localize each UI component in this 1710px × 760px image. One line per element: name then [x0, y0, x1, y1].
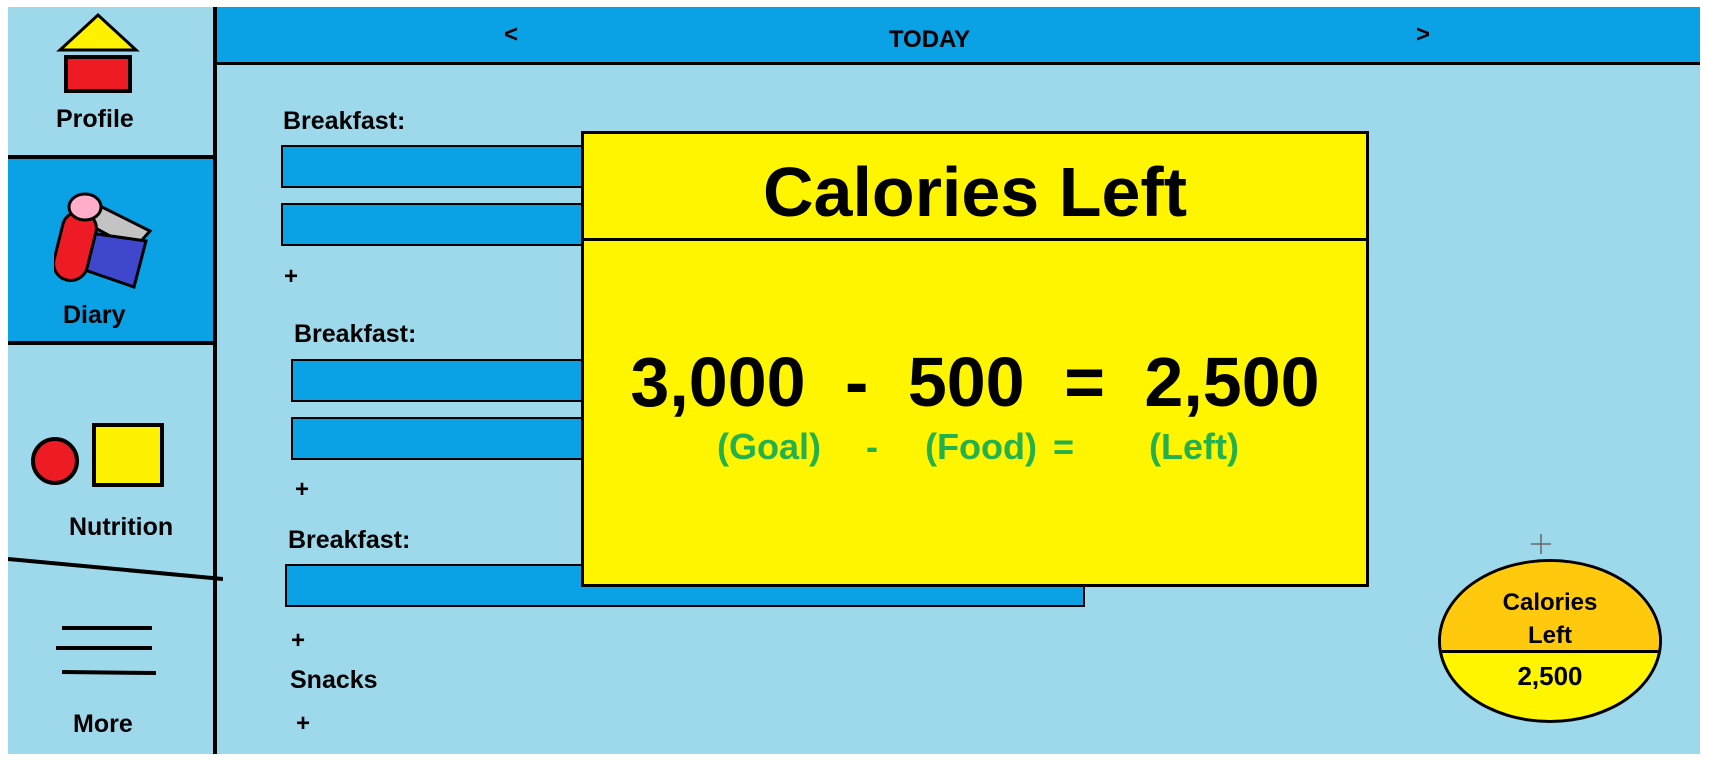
goal-legend: (Goal): [717, 426, 821, 467]
left-legend: (Left): [1149, 426, 1239, 467]
meal-label: Breakfast:: [288, 526, 411, 554]
equals-sign: =: [1064, 343, 1105, 421]
profile-icon: [56, 12, 140, 93]
diary-icon: [54, 192, 153, 289]
food-entry[interactable]: [281, 145, 601, 188]
popup-title: Calories Left: [763, 153, 1187, 231]
food-legend: (Food): [925, 426, 1037, 467]
meal-label: Breakfast:: [283, 107, 406, 135]
food-value: 500: [907, 343, 1025, 421]
sidebar-border: [213, 7, 217, 754]
minus-legend: -: [866, 426, 878, 467]
food-entry[interactable]: [291, 359, 601, 402]
widget-label: Calories Left: [1502, 589, 1598, 649]
equals-legend: =: [1053, 426, 1075, 467]
sidebar-item-profile[interactable]: Profile: [8, 7, 214, 155]
nutrition-icon: [31, 423, 164, 487]
sidebar-item-diary[interactable]: Diary: [8, 155, 214, 345]
left-value: 2,500: [1144, 343, 1320, 421]
meal-label: Breakfast:: [294, 320, 417, 348]
meal-label: Snacks: [290, 666, 378, 694]
calories-left-widget[interactable]: Calories Left 2,500: [1438, 559, 1662, 723]
sidebar-item-label: Nutrition: [69, 513, 174, 541]
menu-icon: [56, 626, 157, 675]
goal-value: 3,000: [630, 343, 806, 421]
food-entry[interactable]: [281, 203, 601, 246]
minus-sign: -: [845, 343, 869, 421]
sidebar-item-label: Profile: [56, 105, 134, 133]
add-food-button[interactable]: +: [295, 476, 309, 504]
sidebar-item-label: More: [73, 710, 133, 738]
next-day-button[interactable]: >: [1416, 21, 1430, 49]
sidebar-item-label: Diary: [63, 301, 126, 329]
sidebar-item-nutrition[interactable]: Nutrition: [8, 345, 214, 567]
food-entry[interactable]: [291, 417, 601, 460]
widget-value: 2,500: [1517, 661, 1583, 691]
add-food-button[interactable]: +: [291, 627, 305, 655]
crosshair-cursor-icon: [1531, 534, 1551, 554]
add-food-button[interactable]: +: [284, 263, 298, 291]
calorie-equation: 3,000 - 500 = 2,500: [584, 342, 1366, 422]
app-canvas: Profile Diary Nutrition More < TODAY > B…: [8, 7, 1700, 754]
calories-left-popup: Calories Left 3,000 - 500 = 2,500 (Goal)…: [581, 131, 1369, 587]
date-header: < TODAY >: [217, 7, 1700, 65]
sidebar-divider: [8, 557, 223, 581]
add-food-button[interactable]: +: [296, 710, 310, 738]
sidebar-item-more[interactable]: More: [8, 579, 214, 754]
popup-divider: [584, 238, 1366, 241]
